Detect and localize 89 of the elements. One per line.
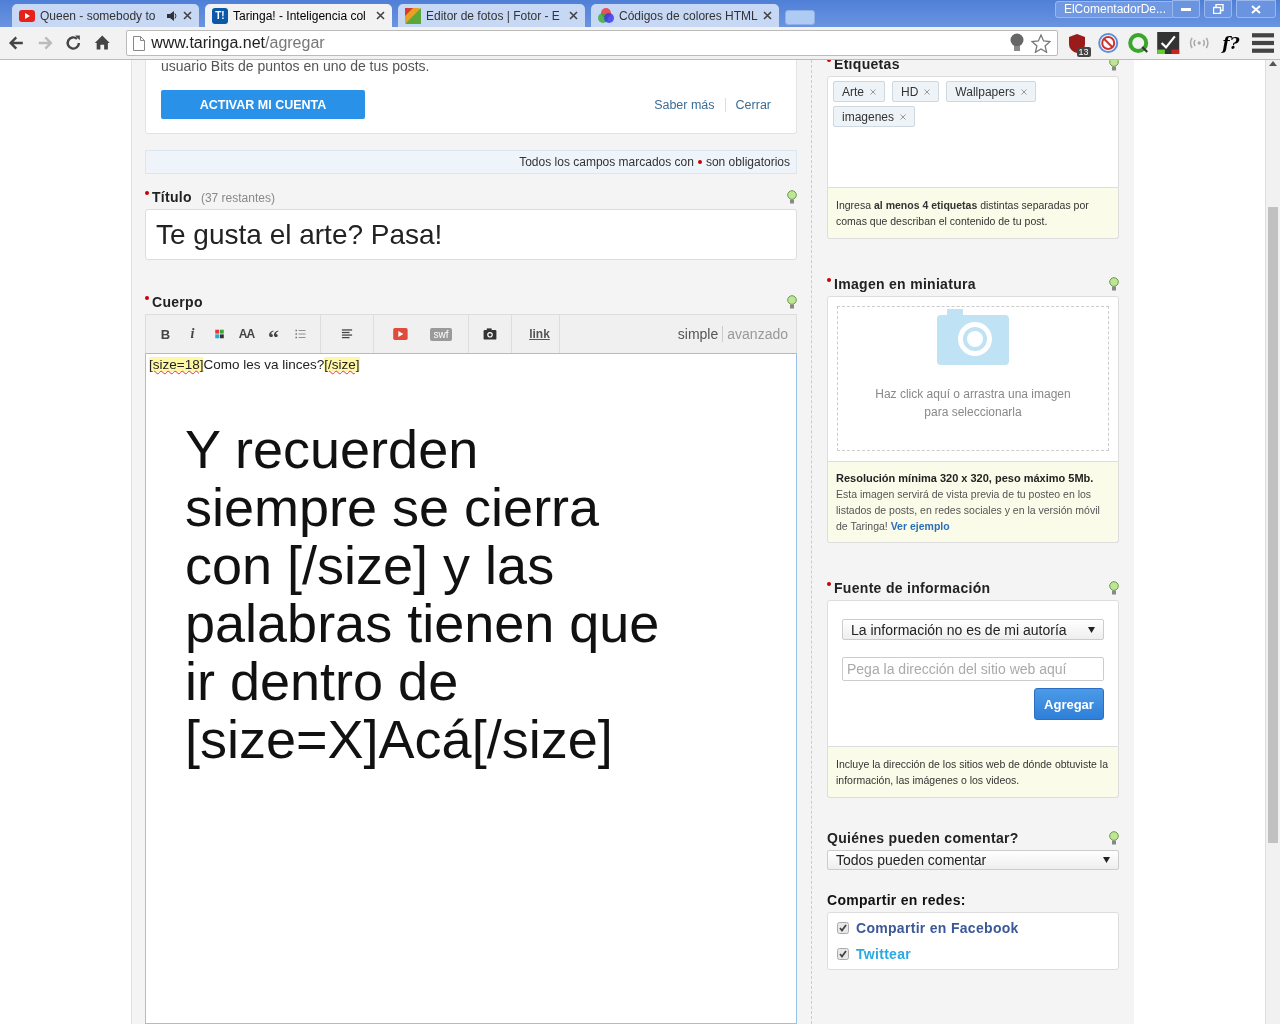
tab-title: Queen - somebody to	[40, 8, 157, 23]
field-label: Cuerpo	[152, 294, 203, 310]
url-text: www.taringa.net/agregar	[151, 34, 325, 52]
lightbulb-icon[interactable]	[1109, 277, 1119, 291]
remove-icon[interactable]	[870, 88, 876, 95]
bold-button[interactable]: B	[152, 323, 179, 345]
browser-tab[interactable]: Códigos de colores HTML	[591, 4, 779, 27]
tag-chip[interactable]: HD	[892, 81, 940, 102]
italic-button[interactable]: i	[179, 323, 206, 345]
hint-text: Ingresa al menos 4 etiquetas distintas separadas por comas que describan el contenido de tu post.	[827, 188, 1119, 239]
browser-tab[interactable]: Editor de fotos | Fotor - E	[398, 4, 585, 27]
ring-icon[interactable]	[1127, 32, 1150, 54]
field-label: Quiénes pueden comentar?	[827, 830, 1019, 846]
extension-button[interactable]: f?	[1218, 33, 1244, 53]
checkbox[interactable]	[837, 922, 849, 934]
source-select[interactable]: La información no es de mi autoría	[842, 619, 1104, 640]
tag-chip[interactable]: imagenes	[833, 106, 916, 127]
field-label: Título	[152, 189, 192, 205]
scrollbar[interactable]	[1265, 60, 1280, 1024]
caret-icon	[1088, 626, 1095, 633]
close-icon[interactable]	[376, 11, 385, 20]
tab-title: Taringa! - Inteligencia col	[233, 8, 367, 23]
star-icon[interactable]	[1031, 33, 1052, 53]
restore-button[interactable]	[1204, 0, 1232, 18]
editor-large-text: Y recuerden siempre se cierra con [/size] y las palabras tienen que ir dentro de [size=X]Acá[/size]	[185, 420, 661, 768]
close-icon[interactable]	[762, 11, 772, 20]
color-square-icon	[405, 7, 421, 24]
lightbulb-icon[interactable]	[1109, 831, 1119, 845]
link-button[interactable]: link	[526, 323, 553, 345]
hint-text: Incluye la dirección de los sitios web de dónde obtuviste la información, las imágenes o los videos.	[827, 747, 1119, 798]
tag-chip[interactable]: Arte	[833, 81, 885, 102]
add-button[interactable]: Agregar	[1034, 688, 1104, 720]
browser-tab[interactable]: Queen - somebody to	[12, 4, 199, 27]
site-logo: T!	[212, 7, 228, 24]
close-icon[interactable]	[569, 11, 578, 20]
browser-tab[interactable]: T! Taringa! - Inteligencia col	[205, 4, 392, 27]
minimize-button[interactable]	[1172, 0, 1200, 18]
tab-title: Editor de fotos | Fotor - E	[426, 8, 561, 23]
share-option-label[interactable]: Compartir en Facebook	[856, 920, 1019, 936]
lightbulb-icon[interactable]	[1109, 60, 1119, 71]
field-label: Imagen en miniatura	[834, 276, 976, 292]
note-text: Todos los campos marcados con	[519, 155, 694, 169]
font-size-button[interactable]: AA	[233, 323, 260, 345]
close-button[interactable]	[1236, 0, 1276, 18]
required-dot	[697, 160, 702, 164]
info-text: Resolución mínima 320 x 320, peso máximo 5Mb. Esta imagen servirá de vista previa de tu posteo en los listados de posts, en redes sociales y en la versión móvil de Taringa! Ver ejemplo	[827, 462, 1119, 543]
restore-icon[interactable]	[1212, 4, 1224, 14]
close-icon[interactable]	[183, 11, 192, 20]
comments-select[interactable]: Todos pueden comentar	[827, 850, 1119, 870]
new-tab-button[interactable]	[784, 10, 815, 25]
editor-line: [size=18]Como les va linces?[/size]	[149, 357, 361, 372]
remove-icon[interactable]	[900, 113, 907, 120]
checkmark-icon[interactable]	[1157, 32, 1180, 54]
body-editor[interactable]: [size=18]Como les va linces?[/size] Y recuerden siempre se cierra con [/size] y las palabras tienen que ir dentro de [size=X]Acá[/size]	[145, 353, 797, 1024]
remove-icon[interactable]	[1020, 88, 1027, 95]
section-label: Compartir en redes:	[827, 892, 967, 910]
tags-field[interactable]: Arte HD Wallpapers imagenes	[827, 76, 1119, 188]
image-dropzone[interactable]: Haz click aquí o arrastra una imagen para seleccionarla	[827, 296, 1119, 462]
lightbulb-icon[interactable]	[787, 295, 797, 309]
shield-extension-icon[interactable]: 13	[1066, 32, 1089, 54]
color-wheel-icon	[598, 7, 614, 24]
dropzone-text: Haz click aquí o arrastra una imagen para seleccionarla	[874, 386, 1072, 421]
caret-icon	[1103, 857, 1110, 863]
url-field[interactable]: Pega la dirección del sitio web aquí	[842, 657, 1104, 681]
blocked-circle-icon[interactable]	[1096, 32, 1120, 54]
minimize-icon[interactable]	[1181, 7, 1191, 11]
notice-link[interactable]: Cerrar	[724, 97, 781, 112]
tag-chip[interactable]: Wallpapers	[946, 81, 1036, 102]
page-icon	[133, 35, 146, 51]
remaining-count: (37 restantes)	[200, 191, 275, 205]
example-link[interactable]: Ver ejemplo	[890, 520, 950, 532]
remove-icon[interactable]	[924, 88, 931, 95]
camera-icon	[937, 307, 1009, 365]
notice-text: usuario Bits de puntos en uno de tus posts.	[161, 60, 431, 74]
tab-title: Códigos de colores HTML	[619, 8, 758, 23]
scrollbar-thumb[interactable]	[1268, 207, 1278, 843]
editor-mode-tab[interactable]: simple	[673, 326, 723, 342]
menu-icon[interactable]	[1251, 32, 1274, 54]
field-label: Fuente de información	[834, 580, 991, 596]
title-field[interactable]: Te gusta el arte? Pasa!	[145, 209, 797, 260]
note-text: son obligatorios	[705, 155, 790, 169]
lightbulb-icon[interactable]	[1109, 581, 1119, 595]
address-bar[interactable]: www.taringa.net/agregar	[126, 30, 1059, 56]
lightbulb-icon[interactable]	[1009, 33, 1026, 53]
notice-link[interactable]: Saber más	[644, 97, 725, 112]
checkbox[interactable]	[837, 948, 849, 960]
video-icon	[19, 9, 35, 22]
lightbulb-icon[interactable]	[787, 190, 797, 204]
quote-button[interactable]: “	[260, 323, 287, 345]
